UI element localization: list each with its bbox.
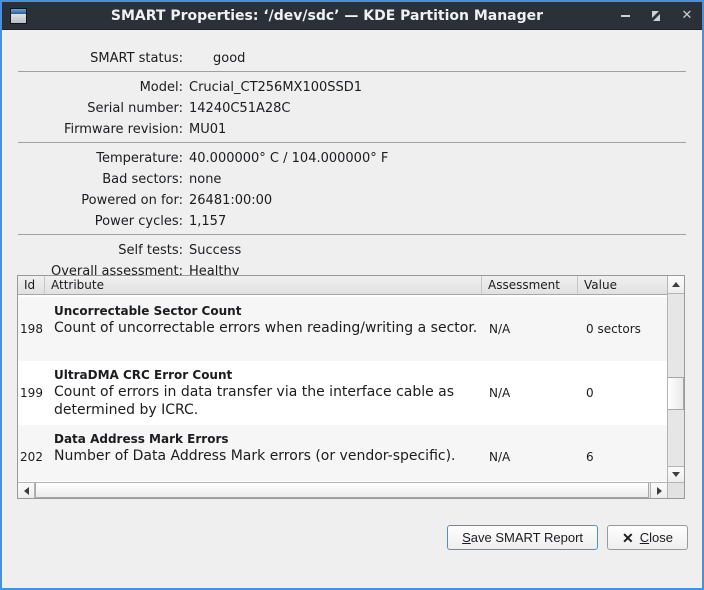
device-info-group: Model: Crucial_CT256MX100SSD1 Serial num… [2,77,702,140]
attribute-id: 199 [18,361,45,425]
info-value: none [189,172,221,187]
info-row: Powered on for: 26481:00:00 [2,190,702,211]
minimize-icon [621,15,630,17]
attribute-description: Number of Data Address Mark errors (or v… [54,447,478,465]
smart-status-row: SMART status: good [2,48,702,69]
attribute-assessment: N/A [482,297,578,361]
restore-icon [650,10,662,22]
info-label: Bad sectors: [2,172,183,187]
attribute-cell: Data Address Mark Errors Number of Data … [45,425,482,481]
info-row: Bad sectors: none [2,169,702,190]
info-label: Serial number: [2,101,183,116]
horizontal-scrollbar-thumb[interactable] [35,483,649,498]
attribute-value: 0 [578,361,667,425]
attribute-id: 202 [18,425,45,481]
info-row: Self tests: Success [2,240,702,261]
dialog-button-row: Save SMART Report ✕ Close [447,525,688,550]
info-row: Temperature: 40.000000° C / 104.000000° … [2,148,702,169]
health-info-group: Temperature: 40.000000° C / 104.000000° … [2,148,702,232]
scrollbar-corner [667,482,684,498]
arrow-down-icon [672,472,680,477]
close-label: Close [640,530,673,545]
attribute-name: Uncorrectable Sector Count [54,304,478,319]
separator [18,71,686,72]
attribute-name: UltraDMA CRC Error Count [54,368,478,383]
arrow-right-icon [657,487,662,495]
scroll-left-button[interactable] [18,483,35,498]
window-controls: ✕ [618,9,694,23]
info-value: 40.000000° C / 104.000000° F [189,151,388,166]
restore-button[interactable] [649,9,663,23]
save-smart-report-button[interactable]: Save SMART Report [447,525,598,550]
info-label: Powered on for: [2,193,183,208]
attribute-description: Count of errors in data transfer via the… [54,383,478,419]
column-header-id[interactable]: Id [18,276,45,294]
separator [18,234,686,235]
smart-info-panel: SMART status: good Model: Crucial_CT256M… [2,30,702,282]
smart-status-value: good [213,51,245,66]
arrow-up-icon [672,282,680,287]
vertical-scrollbar[interactable] [667,276,684,482]
separator [18,142,686,143]
save-smart-report-label: Save SMART Report [462,530,583,545]
info-label: Model: [2,80,183,95]
arrow-left-icon [24,487,29,495]
close-window-button[interactable]: ✕ [680,9,694,23]
titlebar[interactable]: SMART Properties: ‘/dev/sdc’ — KDE Parti… [2,2,702,30]
info-value: Crucial_CT256MX100SSD1 [189,80,362,95]
info-label: Firmware revision: [2,122,183,137]
attribute-assessment: N/A [482,361,578,425]
horizontal-scrollbar[interactable] [18,482,667,498]
scroll-up-button[interactable] [668,276,684,294]
table-row[interactable]: 202 Data Address Mark Errors Number of D… [18,425,667,481]
info-label: Temperature: [2,151,183,166]
smart-attributes-table: Id Attribute Assessment Value 198 Uncorr… [17,275,685,499]
smart-properties-dialog: SMART Properties: ‘/dev/sdc’ — KDE Parti… [0,0,704,590]
close-x-icon: ✕ [622,531,634,545]
info-label: SMART status: [2,51,183,66]
info-value: 1,157 [189,214,226,229]
close-dialog-button[interactable]: ✕ Close [607,525,688,550]
table-row[interactable]: 198 Uncorrectable Sector Count Count of … [18,297,667,361]
attribute-value: 0 sectors [578,297,667,361]
vertical-scrollbar-thumb[interactable] [668,377,684,410]
info-row: Serial number: 14240C51A28C [2,98,702,119]
scroll-right-button[interactable] [650,483,667,498]
minimize-button[interactable] [618,9,632,23]
info-value: 14240C51A28C [189,101,291,116]
attribute-assessment: N/A [482,425,578,481]
info-value: 26481:00:00 [189,193,272,208]
close-icon: ✕ [682,9,693,22]
attribute-cell: UltraDMA CRC Error Count Count of errors… [45,361,482,425]
attribute-value: 6 [578,425,667,481]
column-header-assessment[interactable]: Assessment [482,276,578,294]
info-row: Model: Crucial_CT256MX100SSD1 [2,77,702,98]
info-value: MU01 [189,122,226,137]
column-header-attribute[interactable]: Attribute [45,276,482,294]
window-title: SMART Properties: ‘/dev/sdc’ — KDE Parti… [42,8,612,24]
info-row: Firmware revision: MU01 [2,119,702,140]
attribute-id: 198 [18,297,45,361]
info-row: Power cycles: 1,157 [2,211,702,232]
info-label: Power cycles: [2,214,183,229]
table-viewport: 198 Uncorrectable Sector Count Count of … [18,295,667,481]
attribute-description: Count of uncorrectable errors when readi… [54,319,478,337]
info-label: Self tests: [2,243,183,258]
info-value: Success [189,243,241,258]
scroll-down-button[interactable] [668,466,684,482]
table-header-row: Id Attribute Assessment Value [18,276,684,295]
attribute-cell: Uncorrectable Sector Count Count of unco… [45,297,482,361]
column-header-value[interactable]: Value [578,276,667,294]
table-row[interactable]: 199 UltraDMA CRC Error Count Count of er… [18,361,667,425]
partition-manager-icon [10,8,27,24]
attribute-name: Data Address Mark Errors [54,432,478,447]
